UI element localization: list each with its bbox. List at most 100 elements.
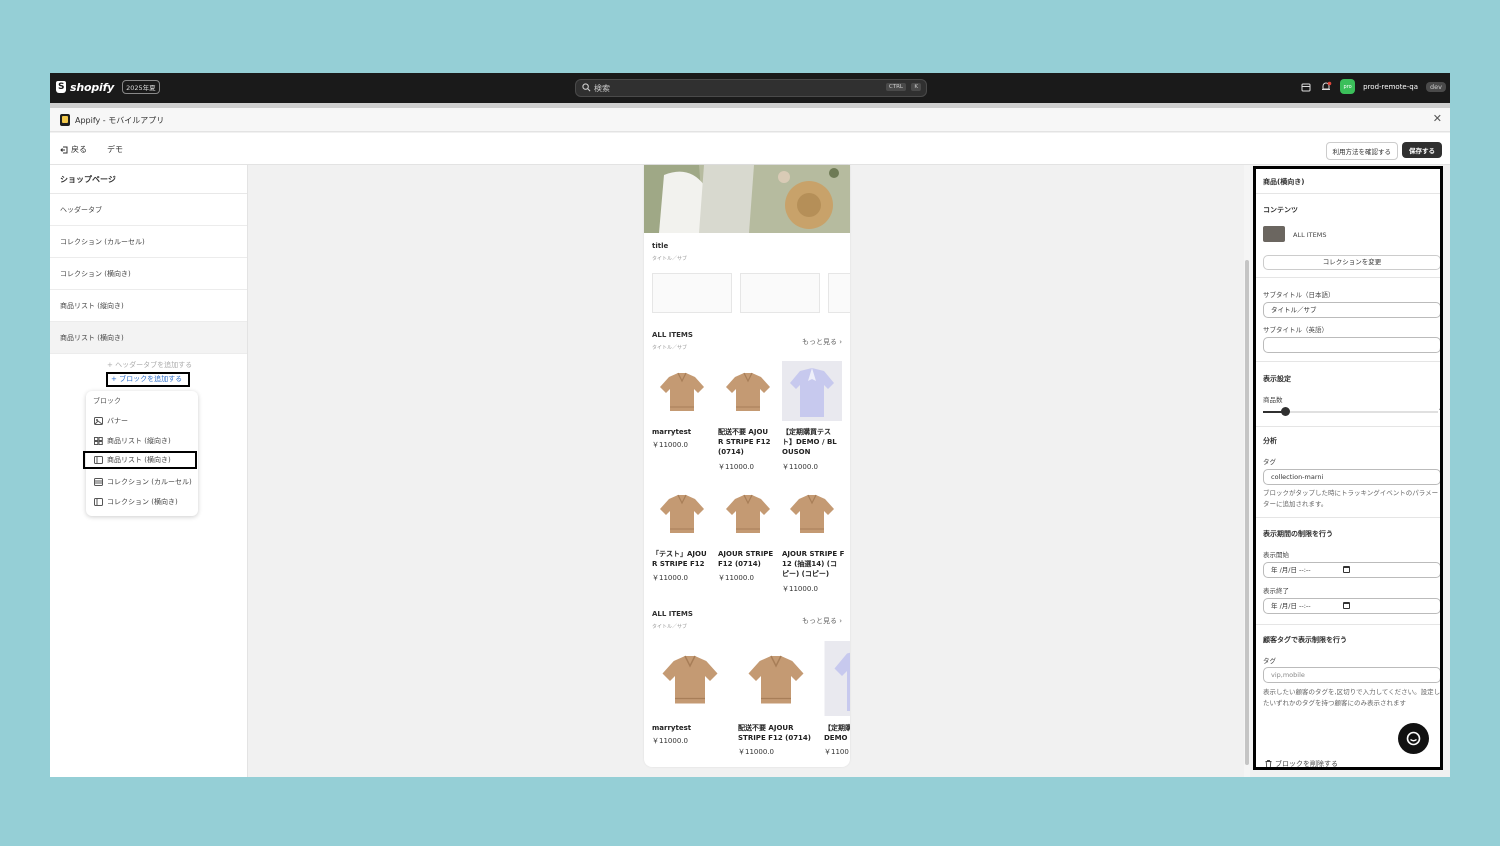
slider-handle[interactable] <box>1281 407 1290 416</box>
dropdown-item-product-list-horizontal[interactable]: 商品リスト (横向き) <box>83 451 197 469</box>
dropdown-item-label: 商品リスト (横向き) <box>107 456 171 464</box>
dropdown-item-collection-horizontal[interactable]: コレクション (横向き) <box>86 493 198 511</box>
add-header-tab-link[interactable]: + ヘッダータブを追加する <box>107 360 192 370</box>
product-price: ￥11000.0 <box>652 574 688 582</box>
horizontal-list-icon <box>94 456 103 464</box>
add-block-link[interactable]: + ブロックを追加する <box>106 372 190 387</box>
block-dropdown: ブロック バナー 商品リスト (縦向き) 商品リスト (横向き) コレクション … <box>83 391 198 516</box>
calendar-icon[interactable] <box>1343 602 1350 609</box>
product-price: ￥11000.0 <box>718 463 754 471</box>
divider <box>1256 193 1440 194</box>
section-subtitle: タイトル／サブ <box>652 345 688 351</box>
sidebar-item-product-list-vertical[interactable]: 商品リスト (縦向き) <box>50 290 247 322</box>
start-datetime-input[interactable]: 年 /月/日 --:-- <box>1263 562 1440 578</box>
banner-image <box>644 165 850 233</box>
product-price: ￥11000.0 <box>652 737 688 745</box>
subtitle-en-input[interactable] <box>1263 337 1440 353</box>
version-badge: 2025年夏 <box>122 80 160 94</box>
sidebar-item-collection-carousel[interactable]: コレクション (カルーセル) <box>50 226 247 258</box>
see-more-link[interactable]: もっと見る › <box>802 337 842 347</box>
display-heading: 表示設定 <box>1263 375 1291 383</box>
horizontal-list-icon <box>94 498 103 506</box>
divider <box>1256 624 1440 625</box>
calendar-icon[interactable] <box>1343 566 1350 573</box>
tag-input[interactable]: collection-marni <box>1263 469 1440 485</box>
section-title: ALL ITEMS <box>652 331 693 339</box>
back-button[interactable]: 戻る <box>60 144 87 155</box>
search-icon <box>582 83 591 92</box>
product-image-shirt <box>782 361 842 425</box>
preview-scrollbar[interactable] <box>1244 165 1250 777</box>
dropdown-item-label: 商品リスト (縦向き) <box>107 437 171 445</box>
dropdown-item-label: バナー <box>107 417 128 425</box>
customer-tag-label: タグ <box>1263 657 1276 665</box>
appify-logo-icon <box>60 114 70 126</box>
page-name: デモ <box>107 145 123 154</box>
change-collection-button[interactable]: コレクションを変更 <box>1263 255 1440 270</box>
divider <box>1256 517 1440 518</box>
chat-button[interactable] <box>1398 723 1429 754</box>
product-name: 配送不要 AJOU R STRIPE F12 (0714) <box>718 428 771 456</box>
end-datetime-input[interactable]: 年 /月/日 --:-- <box>1263 598 1440 614</box>
collection-thumbnail <box>1263 226 1285 242</box>
save-button[interactable]: 保存する <box>1402 142 1442 158</box>
product-price: ￥11000.0 <box>782 463 818 471</box>
dropdown-item-label: コレクション (横向き) <box>107 498 178 506</box>
start-label: 表示開始 <box>1263 551 1289 559</box>
topbar-actions: pro prod-remote-qa dev <box>1300 79 1446 94</box>
trash-icon <box>1265 760 1272 767</box>
product-name: marrytest <box>652 428 692 436</box>
editor-toolbar: 戻る デモ 利用方法を確認する 保存する <box>50 133 1450 165</box>
settings-panel: 商品(横向き) コンテンツ ALL ITEMS コレクションを変更 サブタイトル… <box>1253 166 1443 770</box>
subtitle-ja-label: サブタイトル（日本語） <box>1263 291 1335 299</box>
slider-max-value: 4 <box>1439 407 1443 413</box>
shopify-logo[interactable]: shopify 2025年夏 <box>56 80 160 94</box>
product-image-sweater <box>718 483 778 547</box>
product-image-shirt <box>824 641 850 720</box>
chat-icon <box>1406 731 1421 746</box>
collection-name: ALL ITEMS <box>1293 231 1327 239</box>
product-name: 【定期購 DEMO / <box>824 724 850 742</box>
product-image-sweater <box>652 483 712 547</box>
admin-topbar: shopify 2025年夏 検索 CTRL K pro prod-remote… <box>50 73 1450 103</box>
store-icon[interactable] <box>1300 81 1312 93</box>
dropdown-item-collection-carousel[interactable]: コレクション (カルーセル) <box>86 473 198 491</box>
section-title: ALL ITEMS <box>652 610 693 618</box>
subtitle-en-label: サブタイトル（英語） <box>1263 326 1328 334</box>
app-header: Appify - モバイルアプリ ✕ <box>50 108 1450 132</box>
sidebar-heading: ショップページ <box>50 165 247 194</box>
sidebar-item-product-list-horizontal[interactable]: 商品リスト (横向き) <box>50 322 247 354</box>
placeholder-card <box>652 273 732 313</box>
product-name: 「テスト」AJOU R STRIPE F12 <box>652 550 707 568</box>
bell-icon[interactable] <box>1320 81 1332 93</box>
block-subtitle: タイトル／サブ <box>652 256 688 262</box>
dropdown-item-banner[interactable]: バナー <box>86 412 198 430</box>
store-name[interactable]: prod-remote-qa <box>1363 83 1418 91</box>
see-more-link[interactable]: もっと見る › <box>802 616 842 626</box>
subtitle-ja-input[interactable]: タイトル／サブ <box>1263 302 1440 318</box>
block-sidebar: ショップページ ヘッダータブ コレクション (カルーセル) コレクション (横向… <box>50 165 248 777</box>
product-name: AJOUR STRIPE F12 (0714) <box>718 550 774 568</box>
product-image-sweater <box>718 361 778 425</box>
delete-block-button[interactable]: ブロックを削除する <box>1265 759 1338 767</box>
search-bar[interactable]: 検索 CTRL K <box>575 79 927 97</box>
avatar[interactable]: pro <box>1340 79 1356 94</box>
customer-tag-input[interactable]: vip,mobile <box>1263 667 1440 683</box>
usage-button[interactable]: 利用方法を確認する <box>1325 142 1398 160</box>
product-price: ￥11000.0 <box>718 574 754 582</box>
scrollbar-thumb[interactable] <box>1245 260 1249 765</box>
exit-icon <box>60 146 68 153</box>
divider <box>1256 277 1440 278</box>
placeholder-card <box>740 273 820 313</box>
product-price: ￥11000.0 <box>652 441 688 449</box>
back-label: 戻る <box>71 145 87 154</box>
sidebar-item-header-tab[interactable]: ヘッダータブ <box>50 194 247 226</box>
dropdown-title: ブロック <box>93 397 121 405</box>
sidebar-item-collection-horizontal[interactable]: コレクション (横向き) <box>50 258 247 290</box>
close-icon[interactable]: ✕ <box>1433 112 1442 125</box>
dropdown-item-product-list-vertical[interactable]: 商品リスト (縦向き) <box>86 432 198 450</box>
product-count-label: 商品数 <box>1263 396 1283 404</box>
logo-text: shopify <box>70 80 115 94</box>
end-datetime-value: 年 /月/日 --:-- <box>1271 602 1311 610</box>
customer-tag-heading: 顧客タグで表示制限を行う <box>1263 636 1347 644</box>
